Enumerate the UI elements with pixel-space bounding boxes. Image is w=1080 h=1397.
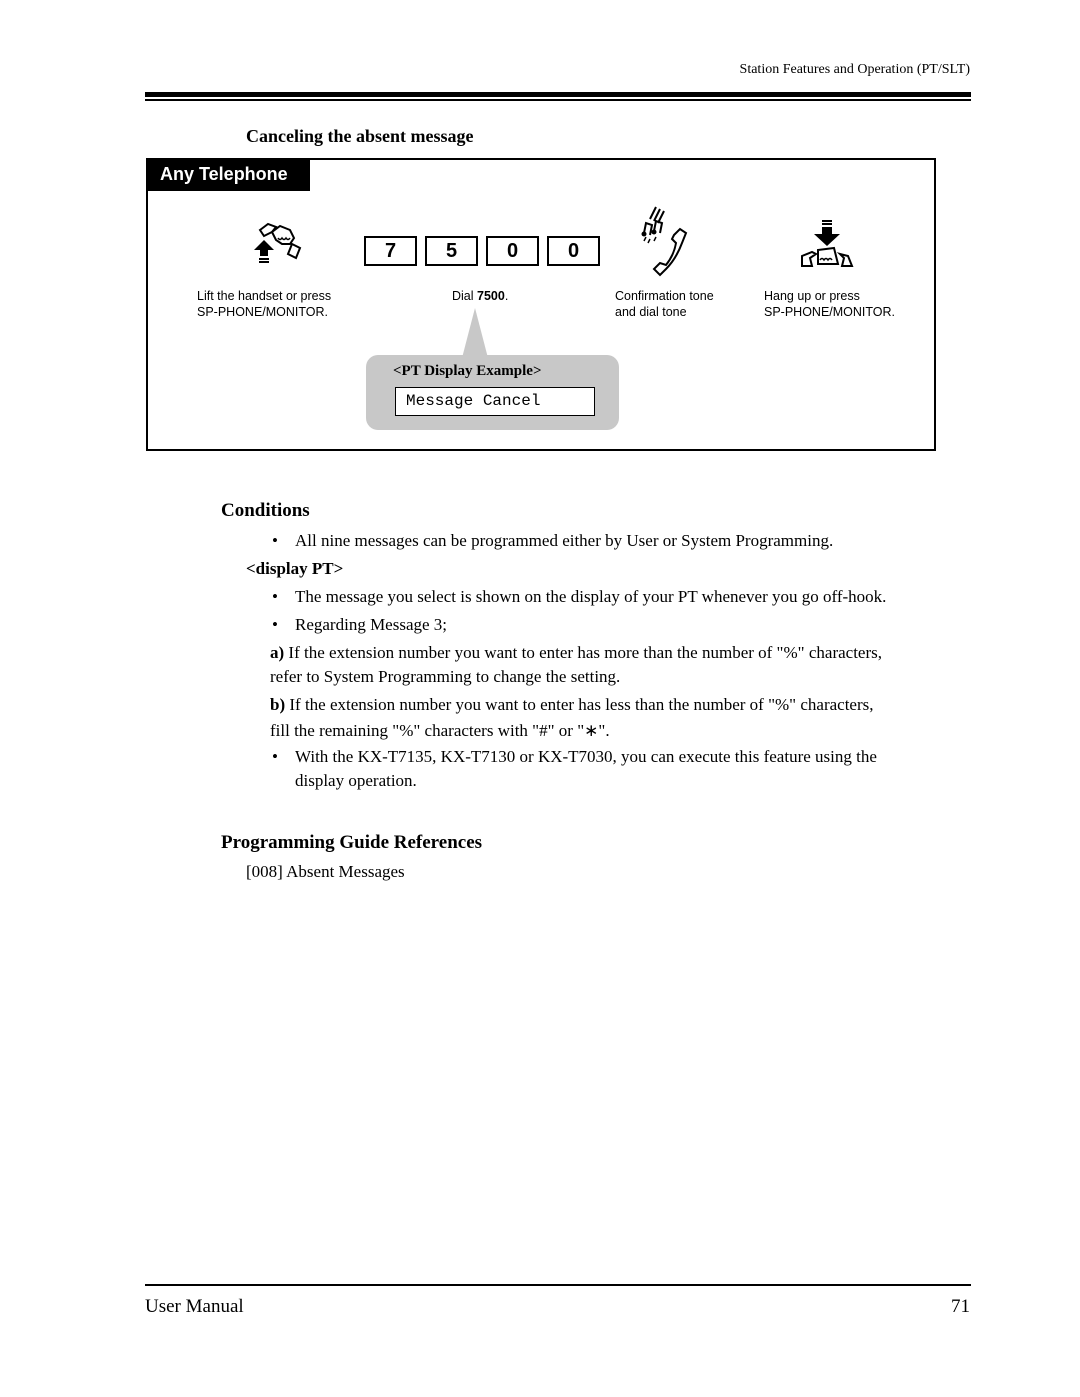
footer-rule <box>145 1284 971 1286</box>
condition-bullet-1: • All nine messages can be programmed ei… <box>272 529 972 553</box>
footer-title: User Manual <box>145 1296 244 1317</box>
condition-bullet-2: • The message you select is shown on the… <box>272 587 887 606</box>
reference-item: [008] Absent Messages <box>246 862 405 881</box>
condition-bullet-4: • With the KX-T7135, KX-T7130 or KX-T703… <box>272 747 877 790</box>
dial-key-0-second: 0 <box>547 236 600 266</box>
condition-item-a: a) If the extension number you want to e… <box>270 643 882 686</box>
step1-caption: Lift the handset or press SP-PHONE/MONIT… <box>197 289 332 319</box>
step2-caption: Dial 7500. <box>452 289 509 303</box>
pt-display-example-title: <PT Display Example> <box>393 363 542 379</box>
pt-lcd-display: Message Cancel <box>395 387 595 416</box>
dial-key-7: 7 <box>364 236 417 266</box>
condition-item-b: b) If the extension number you want to e… <box>270 695 874 740</box>
confirmation-tone-icon <box>640 203 696 279</box>
display-bubble-tail <box>462 308 488 358</box>
dial-key-0: 0 <box>486 236 539 266</box>
procedure-title: Canceling the absent message <box>246 126 474 146</box>
conditions-heading: Conditions <box>221 500 310 521</box>
running-head: Station Features and Operation (PT/SLT) <box>739 62 970 77</box>
header-rule-thin <box>145 99 971 101</box>
bullet-glyph: • <box>272 531 278 550</box>
lift-handset-icon <box>250 218 310 264</box>
any-telephone-tab: Any Telephone <box>146 158 310 191</box>
references-heading: Programming Guide References <box>221 832 483 853</box>
dial-key-5: 5 <box>425 236 478 266</box>
page-number: 71 <box>951 1296 970 1317</box>
step3-caption: Confirmation tone and dial tone <box>615 289 714 319</box>
condition-bullet-3: • Regarding Message 3; <box>272 615 448 634</box>
hang-up-icon <box>800 220 856 268</box>
step4-caption: Hang up or press SP-PHONE/MONITOR. <box>764 289 896 319</box>
display-pt-subheading: <display PT> <box>246 559 344 578</box>
header-rule-thick <box>145 92 971 97</box>
